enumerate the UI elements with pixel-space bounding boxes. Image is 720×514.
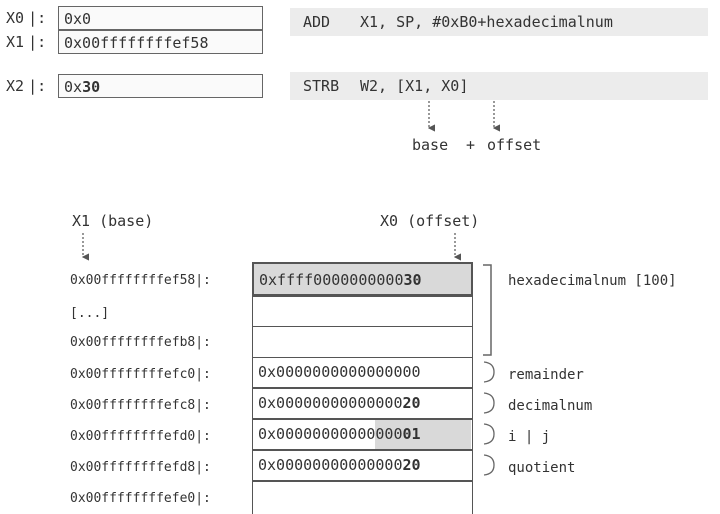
bracket-decimalnum [483,392,495,414]
bracket-quotient [483,454,495,476]
bracket-remainder [483,361,495,383]
bracket-hexadecimalnum [483,264,492,356]
bracket-i-j [483,423,495,445]
diagram-connectors [81,101,500,476]
